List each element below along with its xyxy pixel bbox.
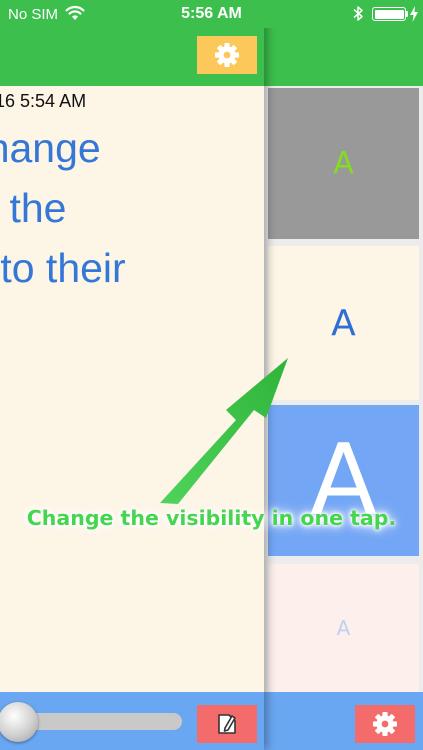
- tile-letter: A: [333, 146, 354, 181]
- memo-line: ers to their: [0, 245, 126, 291]
- annotation-caption: Change the visibility in one tap.: [26, 506, 397, 530]
- settings-button[interactable]: [355, 705, 415, 743]
- visibility-option-2[interactable]: A: [268, 246, 419, 400]
- status-bar: No SIM 5:56 AM: [0, 0, 423, 28]
- gear-icon: [373, 712, 397, 736]
- tile-letter: A: [331, 302, 356, 344]
- battery-level: [374, 9, 404, 19]
- bluetooth-icon: [353, 6, 363, 21]
- visibility-option-4[interactable]: A: [268, 564, 419, 692]
- tile-letter: A: [336, 616, 351, 640]
- memo-text[interactable]: n change y of the ers to their: [0, 118, 264, 298]
- memo-panel: 16 5:54 AM n change y of the ers to thei…: [0, 0, 264, 750]
- charging-icon: [410, 6, 418, 22]
- edit-icon: [218, 714, 236, 734]
- memo-line: n change: [0, 125, 101, 171]
- memo-timestamp: 16 5:54 AM: [0, 91, 87, 111]
- visibility-option-1[interactable]: A: [268, 88, 419, 239]
- battery-icon: [372, 7, 406, 21]
- memo-settings-button[interactable]: [197, 36, 257, 74]
- gear-icon: [215, 43, 239, 67]
- visibility-option-3[interactable]: A: [268, 405, 419, 556]
- battery-cap: [406, 11, 408, 17]
- edit-button[interactable]: [197, 705, 257, 743]
- memo-line: y of the: [0, 185, 67, 231]
